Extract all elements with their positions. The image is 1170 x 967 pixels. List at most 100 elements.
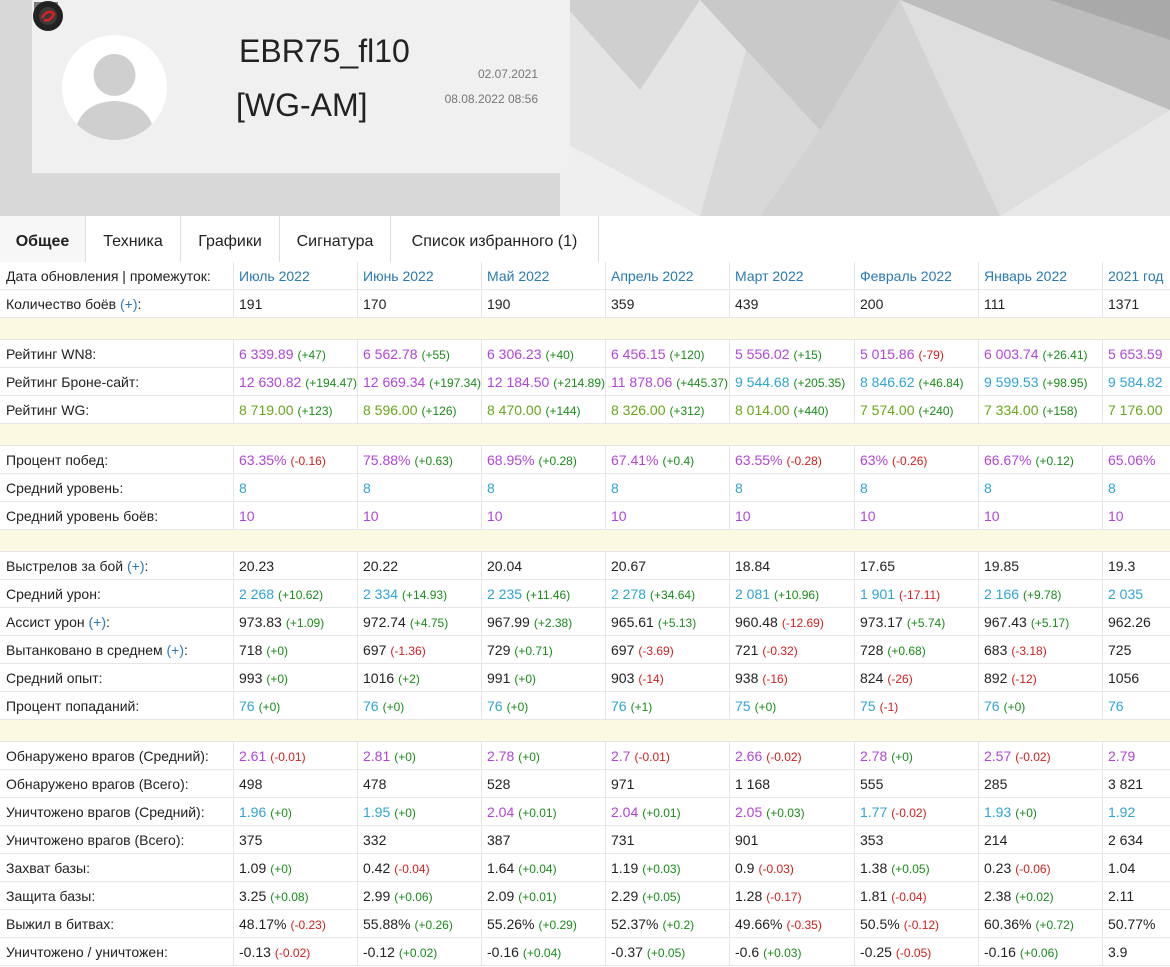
expand-details-link[interactable]: (+)	[127, 558, 145, 574]
stat-value: 8	[363, 480, 371, 496]
stat-cell: 65.06%	[1102, 446, 1170, 473]
stat-cell: 353	[854, 826, 978, 853]
stat-delta: (+0.26)	[414, 918, 453, 932]
stat-value: 10	[611, 508, 627, 524]
tab-favorites[interactable]: Список избранного (1)	[391, 216, 599, 262]
stat-value: 2.79	[1108, 748, 1136, 764]
stat-cell: 18.84	[729, 552, 854, 579]
column-header-link[interactable]: Июль 2022	[233, 262, 357, 289]
stat-value: 76	[239, 698, 255, 714]
stat-value: 725	[1108, 642, 1132, 658]
row-label-text: Рейтинг Броне-сайт:	[6, 374, 140, 390]
column-header-link[interactable]: Февраль 2022	[854, 262, 978, 289]
stat-value: 7 176.00	[1108, 402, 1163, 418]
table-row: Захват базы: 1.09 (+0) 0.42 (-0.04) 1.64 (+0.0…	[0, 854, 1170, 882]
tab-graphs[interactable]: Графики	[181, 216, 280, 262]
stat-delta: (+0.03)	[642, 862, 681, 876]
clan-tag[interactable]: [WG-AM]	[236, 87, 368, 124]
table-row: Защита базы: 3.25 (+0.08) 2.99 (+0.06) 2.09 (+…	[0, 882, 1170, 910]
table-row: Вытанковано в среднем (+): 718 (+0) 697 (-1.…	[0, 636, 1170, 664]
stat-value: 63.35%	[239, 452, 287, 468]
stat-delta: (+214.89)	[553, 376, 605, 390]
stat-cell: 190	[481, 290, 605, 317]
clan-emblem-icon[interactable]	[32, 0, 64, 32]
stat-cell: 8 596.00 (+126)	[357, 396, 481, 423]
stat-cell: 7 176.00	[1102, 396, 1170, 423]
stat-value: 555	[860, 776, 884, 792]
stat-value: 214	[984, 832, 1008, 848]
stat-cell: 6 562.78 (+55)	[357, 340, 481, 367]
expand-details-link[interactable]: (+)	[167, 642, 185, 658]
stat-value: 8 014.00	[735, 402, 790, 418]
table-row: Выжил в битвах: 48.17% (-0.23) 55.88% (+0.26…	[0, 910, 1170, 938]
stat-delta: (+46.84)	[918, 376, 964, 390]
stat-value: 75.88%	[363, 452, 411, 468]
column-header-link[interactable]: Май 2022	[481, 262, 605, 289]
stat-cell: 63.35% (-0.16)	[233, 446, 357, 473]
row-label-text: Средний опыт:	[6, 670, 103, 686]
column-header-link[interactable]: Июнь 2022	[357, 262, 481, 289]
stat-cell: 478	[357, 770, 481, 797]
stat-value: 2 268	[239, 586, 275, 602]
row-label: Средний опыт:	[0, 664, 233, 691]
stat-cell: 9 599.53 (+98.95)	[978, 368, 1102, 395]
stat-delta: (-79)	[918, 348, 944, 362]
table-row: Обнаружено врагов (Средний): 2.61 (-0.01) 2…	[0, 742, 1170, 770]
stat-cell: 718 (+0)	[233, 636, 357, 663]
stat-delta: (+0)	[518, 750, 540, 764]
stat-delta: (+194.47)	[305, 376, 357, 390]
row-label: Средний уровень боёв:	[0, 502, 233, 529]
stat-cell: -0.6 (+0.03)	[729, 938, 854, 965]
stat-cell: 1016 (+2)	[357, 664, 481, 691]
column-header-link[interactable]: 2021 год	[1102, 262, 1170, 289]
stat-value: 18.84	[735, 558, 771, 574]
stat-value: 1.95	[363, 804, 391, 820]
column-header-link[interactable]: Март 2022	[729, 262, 854, 289]
stat-cell: 1.09 (+0)	[233, 854, 357, 881]
stat-value: 1.92	[1108, 804, 1136, 820]
stat-cell: 63.55% (-0.28)	[729, 446, 854, 473]
stat-value: 1371	[1108, 296, 1140, 312]
stat-delta: (+0.03)	[766, 806, 805, 820]
row-label: Рейтинг WG:	[0, 396, 233, 423]
column-header-link[interactable]: Апрель 2022	[605, 262, 729, 289]
stat-value: 65.06%	[1108, 452, 1156, 468]
stat-delta: (+240)	[918, 404, 954, 418]
stat-value: 439	[735, 296, 759, 312]
row-label-text: Вытанковано в среднем	[6, 642, 163, 658]
stat-value: 332	[363, 832, 387, 848]
tab-signature[interactable]: Сигнатура	[280, 216, 391, 262]
expand-details-link[interactable]: (+)	[120, 296, 138, 312]
stat-cell: 498	[233, 770, 357, 797]
stat-value: 498	[239, 776, 263, 792]
stat-cell: 17.65	[854, 552, 978, 579]
stat-delta: (+0.04)	[522, 946, 562, 960]
stat-delta: (+0)	[514, 672, 537, 686]
tab-vehicles[interactable]: Техника	[86, 216, 181, 262]
stat-cell: 1.92	[1102, 798, 1170, 825]
stat-delta: (+0.02)	[398, 946, 438, 960]
table-row: Рейтинг WN8: 6 339.89 (+47) 6 562.78 (+55) 6 …	[0, 340, 1170, 368]
row-label-text: Рейтинг WG:	[6, 402, 90, 418]
stat-delta: (-0.01)	[634, 750, 670, 764]
label-suffix: :	[184, 642, 188, 658]
stat-delta: (-0.02)	[1015, 750, 1051, 764]
stat-value: -0.16	[487, 944, 519, 960]
stat-cell: 76	[1102, 692, 1170, 719]
table-header-row: Дата обновления | промежуток: Июль 2022 Ию…	[0, 262, 1170, 290]
stat-delta: (+0.2)	[662, 918, 695, 932]
avatar-placeholder-icon	[74, 54, 155, 140]
stat-value: 1.93	[984, 804, 1012, 820]
stat-value: 7 334.00	[984, 402, 1039, 418]
stat-value: 528	[487, 776, 511, 792]
stat-cell: 200	[854, 290, 978, 317]
expand-details-link[interactable]: (+)	[89, 614, 107, 630]
stat-delta: (+0.29)	[538, 918, 577, 932]
stat-cell: 8	[729, 474, 854, 501]
tab-general[interactable]: Общее	[0, 216, 86, 262]
row-label: Уничтожено врагов (Средний):	[0, 798, 233, 825]
stat-cell: 2.11	[1102, 882, 1170, 909]
stat-value: 10	[860, 508, 876, 524]
column-header-link[interactable]: Январь 2022	[978, 262, 1102, 289]
stat-value: 2.38	[984, 888, 1012, 904]
